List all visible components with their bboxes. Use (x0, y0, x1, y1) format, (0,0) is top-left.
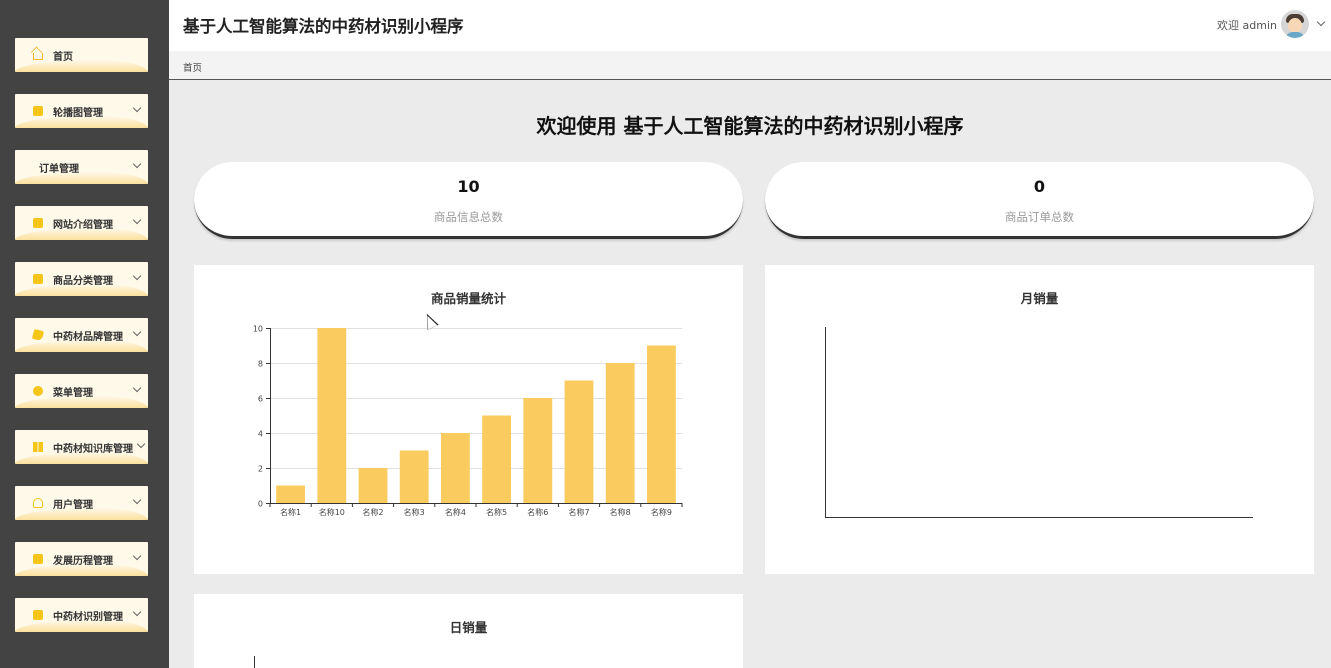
bar (605, 363, 635, 503)
x-tick-label: 名称8 (610, 507, 631, 517)
y-tick-label: 0 (258, 500, 263, 509)
chevron-down-icon (132, 551, 142, 561)
bar (358, 468, 388, 503)
stat-card-orders: 0 商品订单总数 (765, 162, 1314, 239)
box-icon (33, 610, 43, 620)
menu-wave-decoration (15, 60, 148, 72)
sidebar-item-history[interactable]: 发展历程管理 (15, 542, 148, 576)
sidebar-item-recognition[interactable]: 中药材识别管理 (15, 598, 148, 632)
daily-empty-chart (254, 656, 255, 668)
bar (646, 345, 676, 503)
sidebar-item-label: 发展历程管理 (53, 555, 113, 567)
chevron-down-icon (132, 383, 142, 393)
folder-icon (33, 218, 43, 228)
avatar-face (1288, 18, 1302, 33)
sidebar-item-label: 菜单管理 (53, 387, 93, 399)
folder-icon (33, 554, 43, 564)
sales-chart-panel: 商品销量统计 0 2 4 6 8 10 名称1 名称10 名称2 名称3 名称4 名称5 名称6 名称7 名… (194, 265, 743, 574)
stat-label: 商品信息总数 (434, 210, 503, 224)
sidebar-item-knowledge[interactable]: 中药材知识库管理 (15, 430, 148, 464)
x-tick-label: 名称2 (362, 507, 383, 517)
sidebar-item-home[interactable]: 首页 (15, 38, 148, 72)
sidebar-item-label: 首页 (53, 51, 73, 63)
stat-card-products: 10 商品信息总数 (194, 162, 743, 239)
y-tick-label: 2 (258, 465, 263, 474)
bar (317, 328, 347, 503)
chevron-down-icon (132, 103, 142, 113)
daily-chart-panel: 日销量 (194, 594, 743, 668)
breadcrumb-home[interactable]: 首页 (183, 60, 202, 74)
y-tick-label: 4 (258, 430, 263, 439)
chevron-down-icon (136, 439, 146, 449)
gift-icon (33, 106, 43, 116)
y-tick-label: 8 (258, 360, 263, 369)
circle-icon (33, 386, 43, 396)
sidebar-item-label: 订单管理 (39, 163, 79, 175)
stat-value: 0 (1033, 177, 1046, 196)
chevron-down-icon (132, 215, 142, 225)
chevron-down-icon (132, 159, 142, 169)
sidebar-item-category[interactable]: 商品分类管理 (15, 262, 148, 296)
sidebar-item-label: 中药材识别管理 (53, 611, 123, 623)
tag-icon (31, 328, 45, 342)
sidebar-item-label: 用户管理 (53, 499, 93, 511)
bar (523, 398, 553, 503)
bar (399, 450, 429, 503)
bar (440, 433, 470, 503)
chevron-down-icon (132, 271, 142, 281)
bar (276, 485, 306, 503)
grid-icon (33, 442, 43, 452)
chevron-down-icon (132, 327, 142, 337)
chevron-down-icon (132, 495, 142, 505)
bar (564, 380, 594, 503)
stat-label: 商品订单总数 (1005, 210, 1074, 224)
menu-wave-decoration (15, 172, 148, 184)
top-header: 基于人工智能算法的中药材识别小程序 欢迎 admin (169, 0, 1331, 51)
stat-value: 10 (457, 177, 480, 196)
sidebar-item-users[interactable]: 用户管理 (15, 486, 148, 520)
sidebar-item-label: 轮播图管理 (53, 107, 103, 119)
chevron-down-icon (132, 607, 142, 617)
sidebar-item-label: 商品分类管理 (53, 275, 113, 287)
x-tick-label: 名称6 (527, 507, 548, 517)
book-icon (33, 274, 43, 284)
sidebar-item-brand[interactable]: 中药材品牌管理 (15, 318, 148, 352)
monthly-empty-chart (825, 327, 1253, 518)
user-icon (33, 498, 43, 508)
page-title: 欢迎使用 基于人工智能算法的中药材识别小程序 (536, 114, 964, 138)
y-tick-label: 10 (253, 325, 263, 334)
sidebar-item-carousel[interactable]: 轮播图管理 (15, 94, 148, 128)
bar (482, 415, 512, 503)
avatar[interactable] (1281, 10, 1309, 38)
y-tick-label: 6 (258, 395, 263, 404)
sidebar-item-menu[interactable]: 菜单管理 (15, 374, 148, 408)
home-icon (33, 53, 43, 60)
avatar-shirt (1285, 32, 1305, 38)
breadcrumb-bar: 首页 (169, 51, 1331, 80)
welcome-user-text: 欢迎 admin (1217, 19, 1277, 32)
x-tick-label: 名称1 (280, 507, 301, 517)
chevron-down-icon[interactable] (1316, 17, 1326, 27)
x-tick-label: 名称9 (651, 507, 672, 517)
sidebar-item-label: 中药材知识库管理 (53, 443, 133, 455)
x-tick-label: 名称5 (486, 507, 507, 517)
app-title: 基于人工智能算法的中药材识别小程序 (183, 17, 464, 36)
monthly-chart-panel: 月销量 (765, 265, 1314, 574)
sidebar-item-site-intro[interactable]: 网站介绍管理 (15, 206, 148, 240)
sidebar-item-label: 网站介绍管理 (53, 219, 113, 231)
sidebar-item-label: 中药材品牌管理 (53, 331, 123, 343)
sidebar-item-orders[interactable]: 订单管理 (15, 150, 148, 184)
x-tick-label: 名称10 (319, 507, 345, 517)
sidebar: 首页 轮播图管理 订单管理 网站介绍管理 商品分类管理 中药材品牌管理 菜单管理 (0, 0, 169, 668)
sales-bar-chart: 0 2 4 6 8 10 名称1 名称10 名称2 名称3 名称4 名称5 名称6 名称7 名称8 名称9 (253, 325, 683, 517)
x-tick-label: 名称4 (445, 507, 466, 517)
x-tick-label: 名称7 (568, 507, 589, 517)
x-tick-label: 名称3 (404, 507, 425, 517)
